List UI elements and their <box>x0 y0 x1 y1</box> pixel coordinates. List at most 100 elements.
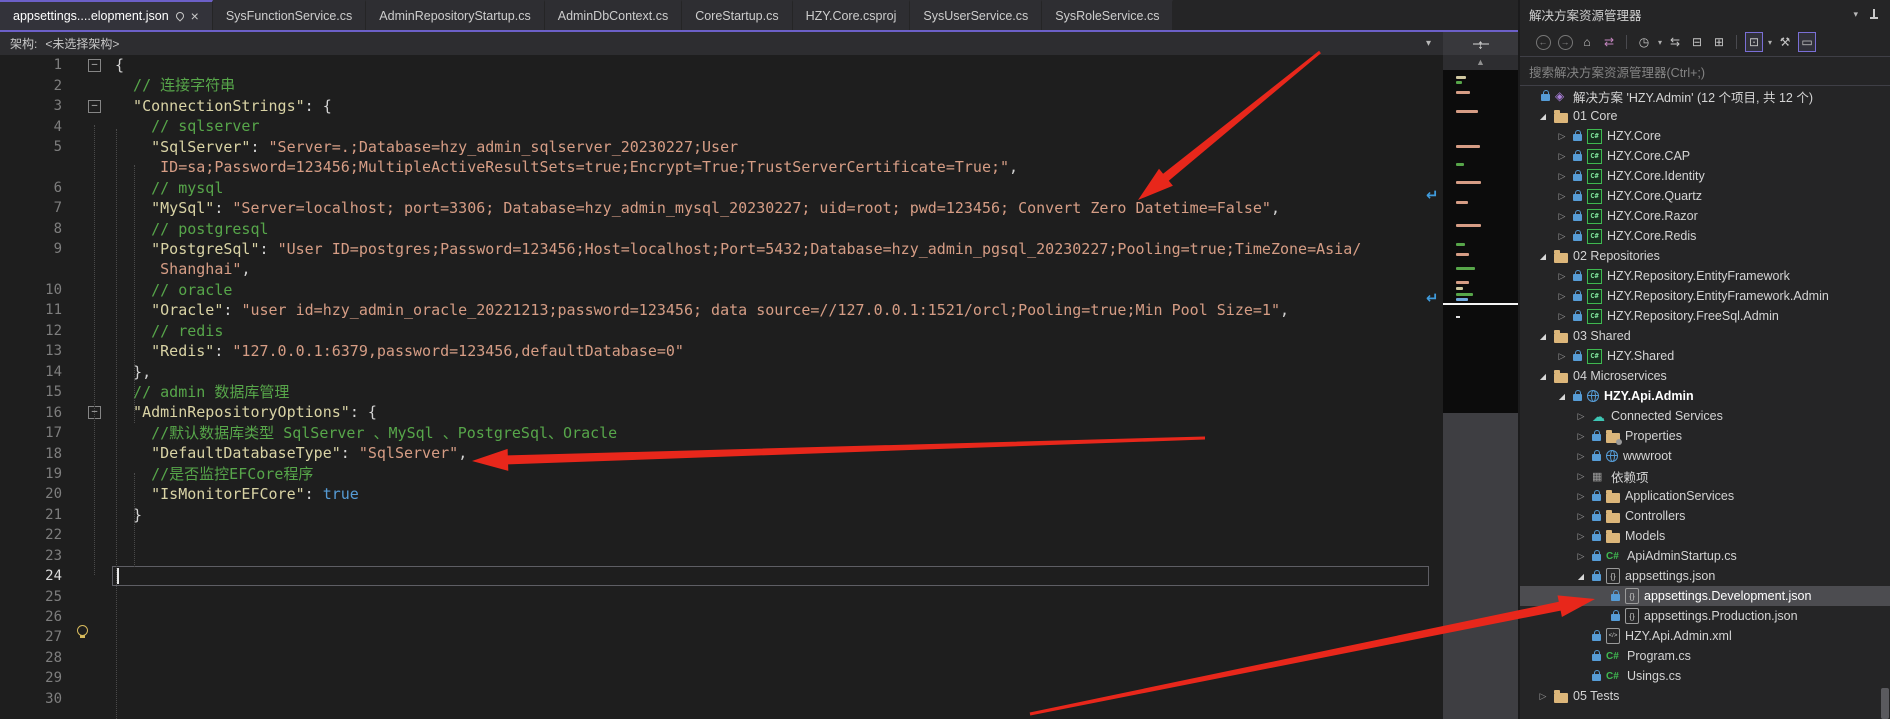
editor-line[interactable]: 29 <box>0 668 1443 688</box>
fold-toggle-icon[interactable]: – <box>88 100 101 113</box>
tree-item[interactable]: ▷C#ApiAdminStartup.cs <box>1520 546 1890 566</box>
editor-tab[interactable]: SysRoleService.cs <box>1042 0 1173 30</box>
chevron-collapsed-icon[interactable]: ▷ <box>1537 691 1549 702</box>
tree-item[interactable]: ▷C#HZY.Core <box>1520 126 1890 146</box>
chevron-expanded-icon[interactable]: ◢ <box>1537 252 1549 261</box>
panel-pin-icon[interactable] <box>1870 9 1878 20</box>
tree-item[interactable]: C#Program.cs <box>1520 646 1890 666</box>
chevron-collapsed-icon[interactable]: ▷ <box>1575 431 1587 442</box>
chevron-expanded-icon[interactable]: ◢ <box>1556 392 1568 401</box>
editor-line[interactable]: 18 "DefaultDatabaseType": "SqlServer", <box>0 443 1443 463</box>
editor-line[interactable]: 20 "IsMonitorEFCore": true <box>0 484 1443 504</box>
tree-item[interactable]: ▷05 Tests <box>1520 686 1890 706</box>
editor-line[interactable]: 6 // mysql <box>0 178 1443 198</box>
editor-tab[interactable]: SysUserService.cs <box>910 0 1042 30</box>
tree-item[interactable]: ▷C#HZY.Shared <box>1520 346 1890 366</box>
editor-tab[interactable]: CoreStartup.cs <box>682 0 792 30</box>
tree-item[interactable]: ▷C#HZY.Core.CAP <box>1520 146 1890 166</box>
close-icon[interactable]: × <box>191 10 199 22</box>
tree-item[interactable]: ◢HZY.Api.Admin <box>1520 386 1890 406</box>
tree-item[interactable]: ▷C#HZY.Core.Quartz <box>1520 186 1890 206</box>
chevron-expanded-icon[interactable]: ◢ <box>1537 112 1549 121</box>
tree-item[interactable]: ▷▦依赖项 <box>1520 466 1890 486</box>
editor-line[interactable]: 3– "ConnectionStrings": { <box>0 96 1443 116</box>
panel-menu-caret-icon[interactable]: ▾ <box>1853 9 1858 20</box>
editor-line[interactable]: 17 //默认数据库类型 SqlServer 、MySql 、PostgreSq… <box>0 423 1443 443</box>
editor-line[interactable]: 10 // oracle <box>0 280 1443 300</box>
editor-line[interactable]: 9 "PostgreSql": "User ID=postgres;Passwo… <box>0 239 1443 259</box>
chevron-collapsed-icon[interactable]: ▷ <box>1556 271 1568 282</box>
scrollbar-minimap[interactable]: ▲ <box>1443 55 1518 719</box>
tree-item[interactable]: ▷Properties <box>1520 426 1890 446</box>
solution-search-input[interactable]: 搜索解决方案资源管理器(Ctrl+;) <box>1520 57 1890 86</box>
chevron-collapsed-icon[interactable]: ▷ <box>1556 171 1568 182</box>
editor-line[interactable]: 22 <box>0 525 1443 545</box>
editor-line[interactable]: 8 // postgresql <box>0 219 1443 239</box>
chevron-expanded-icon[interactable]: ◢ <box>1537 332 1549 341</box>
tree-item[interactable]: ▷C#HZY.Repository.FreeSql.Admin <box>1520 306 1890 326</box>
lightbulb-quickaction-icon[interactable] <box>77 625 88 636</box>
editor-line[interactable]: 14 }, <box>0 362 1443 382</box>
show-all-files-icon[interactable]: ⊞ <box>1710 32 1728 52</box>
editor-line[interactable]: 30 <box>0 689 1443 709</box>
editor-line[interactable]: 21 } <box>0 505 1443 525</box>
editor-line[interactable]: 26 <box>0 607 1443 627</box>
preview-selected-items-icon[interactable]: ▭ <box>1798 32 1816 52</box>
chevron-collapsed-icon[interactable]: ▷ <box>1556 231 1568 242</box>
forward-icon[interactable]: → <box>1556 32 1574 52</box>
chevron-collapsed-icon[interactable]: ▷ <box>1556 151 1568 162</box>
editor-line[interactable]: 13 "Redis": "127.0.0.1:6379,password=123… <box>0 341 1443 361</box>
chevron-collapsed-icon[interactable]: ▷ <box>1556 191 1568 202</box>
properties-wrench-icon[interactable]: ⚒ <box>1776 32 1794 52</box>
chevron-collapsed-icon[interactable]: ▷ <box>1556 311 1568 322</box>
tree-item[interactable]: {}appsettings.Development.json <box>1520 586 1890 606</box>
editor-line[interactable]: 27 <box>0 627 1443 647</box>
editor-line[interactable]: 19 //是否监控EFCore程序 <box>0 464 1443 484</box>
scroll-up-arrow-icon[interactable]: ▲ <box>1443 57 1518 67</box>
toolbar-caret-icon[interactable]: ▾ <box>1768 38 1772 47</box>
editor-line[interactable]: ID=sa;Password=123456;MultipleActiveResu… <box>0 157 1443 177</box>
home-icon[interactable]: ⌂ <box>1578 32 1596 52</box>
editor-line[interactable]: 2 // 连接字符串 <box>0 75 1443 95</box>
chevron-collapsed-icon[interactable]: ▷ <box>1575 451 1587 462</box>
chevron-expanded-icon[interactable]: ◢ <box>1575 572 1587 581</box>
chevron-collapsed-icon[interactable]: ▷ <box>1575 531 1587 542</box>
chevron-collapsed-icon[interactable]: ▷ <box>1556 131 1568 142</box>
editor-line[interactable]: 1–{ <box>0 55 1443 75</box>
editor-tab[interactable]: AdminRepositoryStartup.cs <box>366 0 544 30</box>
fold-toggle-icon[interactable]: – <box>88 59 101 72</box>
chevron-collapsed-icon[interactable]: ▷ <box>1575 471 1587 482</box>
pin-icon[interactable] <box>174 10 185 21</box>
tree-item[interactable]: ▷C#HZY.Core.Razor <box>1520 206 1890 226</box>
tree-item[interactable]: C#Usings.cs <box>1520 666 1890 686</box>
tree-item[interactable]: ◈解决方案 'HZY.Admin' (12 个项目, 共 12 个) <box>1520 86 1890 106</box>
chevron-collapsed-icon[interactable]: ▷ <box>1556 351 1568 362</box>
tree-item[interactable]: ▷C#HZY.Core.Redis <box>1520 226 1890 246</box>
pending-changes-filter-icon[interactable]: ◷ <box>1635 32 1653 52</box>
editor-tab[interactable]: appsettings....elopment.json× <box>0 0 213 30</box>
tree-item[interactable]: ▷Controllers <box>1520 506 1890 526</box>
editor-line[interactable]: 28 <box>0 648 1443 668</box>
editor-line[interactable]: Shanghai", <box>0 259 1443 279</box>
tree-item[interactable]: ◢04 Microservices <box>1520 366 1890 386</box>
chevron-collapsed-icon[interactable]: ▷ <box>1556 291 1568 302</box>
editor-line[interactable]: 7 "MySql": "Server=localhost; port=3306;… <box>0 198 1443 218</box>
tree-item[interactable]: {}appsettings.Production.json <box>1520 606 1890 626</box>
switch-views-icon[interactable]: ⇆ <box>1666 32 1684 52</box>
architecture-value-dropdown[interactable]: <未选择架构> <box>45 35 119 52</box>
editor-line[interactable]: 25 <box>0 586 1443 606</box>
editor-line[interactable]: 5 "SqlServer": "Server=.;Database=hzy_ad… <box>0 137 1443 157</box>
editor-tab[interactable]: HZY.Core.csproj <box>793 0 911 30</box>
chevron-collapsed-icon[interactable]: ▷ <box>1575 491 1587 502</box>
navbar-dropdown-caret-icon[interactable]: ▾ <box>1426 38 1431 49</box>
editor-line[interactable]: 11 "Oracle": "user id=hzy_admin_oracle_2… <box>0 300 1443 320</box>
sync-with-active-document-icon[interactable]: ⇄ <box>1600 32 1618 52</box>
chevron-collapsed-icon[interactable]: ▷ <box>1556 211 1568 222</box>
editor-line[interactable]: 24 <box>0 566 1443 586</box>
back-icon[interactable]: ← <box>1534 32 1552 52</box>
sync-selection-icon[interactable]: ⊡ <box>1745 32 1763 52</box>
chevron-collapsed-icon[interactable]: ▷ <box>1575 551 1587 562</box>
tree-item[interactable]: ▷☁Connected Services <box>1520 406 1890 426</box>
editor-line[interactable]: 16– "AdminRepositoryOptions": { <box>0 402 1443 422</box>
tree-item[interactable]: ◢03 Shared <box>1520 326 1890 346</box>
